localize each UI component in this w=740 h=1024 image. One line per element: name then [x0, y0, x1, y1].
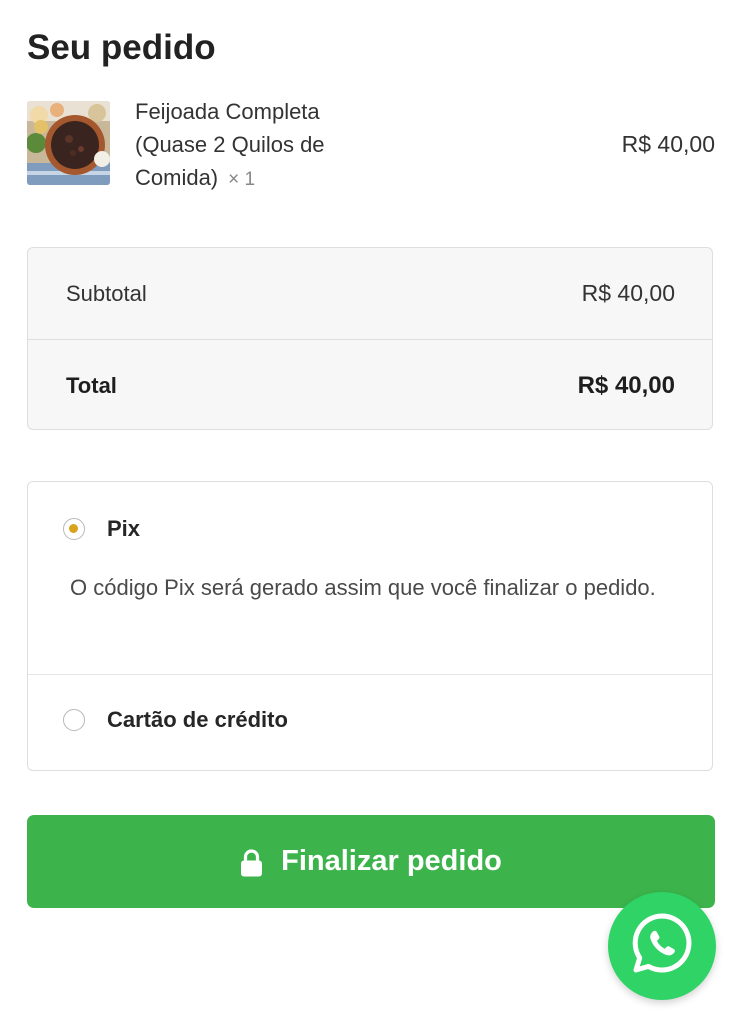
- pix-radio[interactable]: [63, 518, 85, 540]
- total-value: R$ 40,00: [577, 372, 675, 399]
- product-thumbnail: [27, 101, 110, 185]
- payment-option-pix[interactable]: Pix O código Pix será gerado assim que v…: [28, 482, 712, 674]
- total-label: Total: [66, 373, 117, 398]
- payment-option-credit-card[interactable]: Cartão de crédito: [28, 675, 712, 770]
- subtotal-label: Subtotal: [66, 281, 147, 306]
- lock-icon: [240, 848, 263, 877]
- page-title: Seu pedido: [27, 28, 216, 67]
- whatsapp-icon: [629, 911, 695, 982]
- product-price: R$ 40,00: [621, 131, 715, 157]
- credit-card-label[interactable]: Cartão de crédito: [107, 706, 288, 734]
- pix-label[interactable]: Pix: [107, 515, 140, 543]
- product-quantity: × 1: [228, 169, 256, 190]
- credit-card-radio[interactable]: [63, 709, 85, 731]
- finalize-order-button[interactable]: Finalizar pedido: [27, 815, 715, 908]
- subtotal-value: R$ 40,00: [581, 280, 675, 306]
- whatsapp-button[interactable]: [608, 892, 716, 1000]
- finalize-order-label: Finalizar pedido: [281, 845, 502, 877]
- pix-description: O código Pix será gerado assim que você …: [70, 575, 656, 600]
- order-totals: Subtotal R$ 40,00 Total R$ 40,00: [27, 247, 713, 430]
- total-row: Total R$ 40,00: [28, 340, 712, 429]
- payment-methods: Pix O código Pix será gerado assim que v…: [27, 481, 713, 771]
- subtotal-row: Subtotal R$ 40,00: [28, 248, 712, 339]
- product-name-block: Feijoada Completa (Quase 2 Quilos de Com…: [135, 95, 385, 196]
- order-item: Feijoada Completa (Quase 2 Quilos de Com…: [27, 95, 715, 195]
